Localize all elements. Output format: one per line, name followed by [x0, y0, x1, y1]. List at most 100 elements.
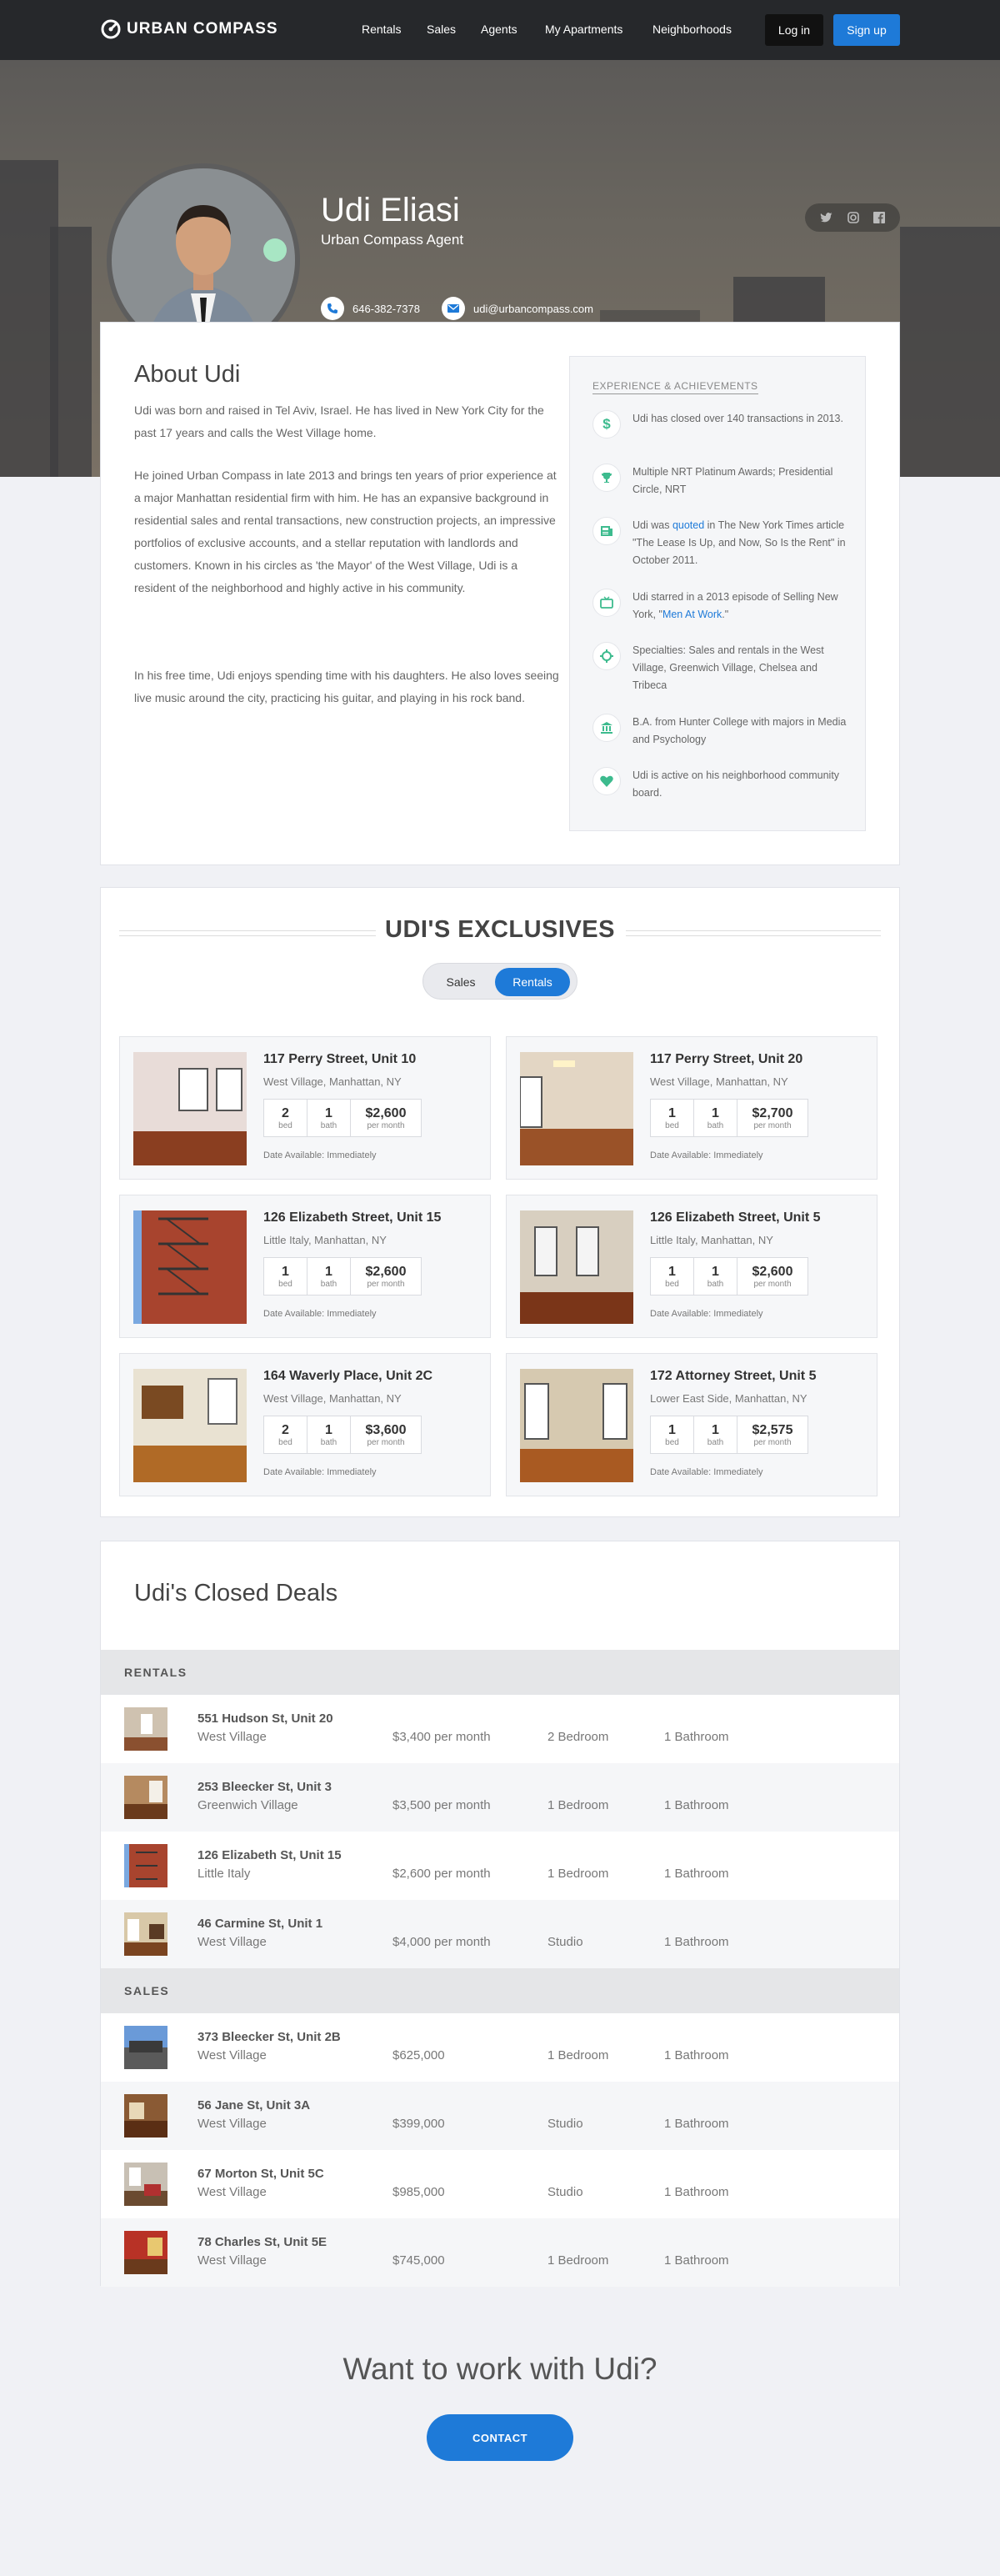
deal-bathrooms: 1 Bathroom — [664, 2253, 729, 2268]
table-row[interactable]: 78 Charles St, Unit 5E West Village $745… — [101, 2218, 899, 2287]
email-address: udi@urbancompass.com — [473, 302, 593, 315]
listing-photo — [133, 1210, 247, 1324]
table-row[interactable]: 551 Hudson St, Unit 20 West Village $3,4… — [101, 1695, 899, 1763]
table-row[interactable]: 373 Bleecker St, Unit 2B West Village $6… — [101, 2013, 899, 2082]
cta-title: Want to work with Udi? — [342, 2352, 658, 2386]
listing-card[interactable]: 164 Waverly Place, Unit 2C West Village,… — [119, 1353, 491, 1496]
deal-bedrooms: 1 Bedroom — [548, 1867, 609, 1881]
experience-item: Udi was quoted in The New York Times art… — [592, 517, 851, 569]
table-row[interactable]: 46 Carmine St, Unit 1 West Village $4,00… — [101, 1900, 899, 1968]
closed-deals-card: Udi's Closed Deals RENTALS 551 Hudson St… — [100, 1541, 900, 2287]
quoted-link[interactable]: quoted — [672, 519, 704, 531]
deal-bathrooms: 1 Bathroom — [664, 1867, 729, 1881]
bank-icon — [592, 714, 621, 742]
listing-card[interactable]: 126 Elizabeth Street, Unit 15 Little Ita… — [119, 1195, 491, 1338]
deal-neighborhood: West Village — [198, 1730, 267, 1744]
deal-neighborhood: Little Italy — [198, 1867, 251, 1881]
listing-address: 117 Perry Street, Unit 10 — [263, 1052, 417, 1066]
listing-photo — [133, 1052, 247, 1165]
listing-availability: Date Available: Immediately — [263, 1309, 377, 1319]
deal-address: 56 Jane St, Unit 3A — [198, 2098, 311, 2112]
experience-item: Udi starred in a 2013 episode of Selling… — [592, 589, 851, 624]
contact-button[interactable]: CONTACT — [427, 2414, 573, 2461]
experience-item: $ Udi has closed over 140 transactions i… — [592, 410, 851, 439]
listing-card[interactable]: 117 Perry Street, Unit 20 West Village, … — [506, 1036, 878, 1180]
listing-address: 126 Elizabeth Street, Unit 15 — [263, 1210, 442, 1225]
twitter-icon[interactable] — [820, 212, 833, 223]
deal-price: $745,000 — [392, 2253, 445, 2268]
nav-link-agents[interactable]: Agents — [481, 23, 518, 36]
deal-bathrooms: 1 Bathroom — [664, 1798, 729, 1812]
deal-bedrooms: Studio — [548, 1935, 583, 1949]
nav-link-sales[interactable]: Sales — [427, 23, 456, 36]
brand-logo[interactable]: URBAN COMPASS — [100, 18, 278, 40]
rentals-section-header: RENTALS — [101, 1650, 899, 1695]
table-row[interactable]: 56 Jane St, Unit 3A West Village $399,00… — [101, 2082, 899, 2150]
deal-neighborhood: Greenwich Village — [198, 1798, 298, 1812]
deal-bedrooms: Studio — [548, 2185, 583, 2199]
listing-stats: 1 bed 1 bath $2,575 per month — [650, 1416, 808, 1454]
top-nav: URBAN COMPASS Rentals Sales Agents My Ap… — [0, 0, 1000, 60]
nav-link-my-apartments[interactable]: My Apartments — [545, 23, 622, 36]
listing-stats: 1 bed 1 bath $2,600 per month — [650, 1257, 808, 1296]
deal-bathrooms: 1 Bathroom — [664, 1730, 729, 1744]
deal-bedrooms: Studio — [548, 2117, 583, 2131]
deal-neighborhood: West Village — [198, 2048, 267, 2062]
listing-card[interactable]: 172 Attorney Street, Unit 5 Lower East S… — [506, 1353, 878, 1496]
deal-price: $4,000 per month — [392, 1935, 491, 1949]
listing-availability: Date Available: Immediately — [650, 1309, 763, 1319]
nav-link-neighborhoods[interactable]: Neighborhoods — [652, 23, 732, 36]
deal-price: $399,000 — [392, 2117, 445, 2131]
deal-price: $985,000 — [392, 2185, 445, 2199]
newspaper-icon — [592, 517, 621, 545]
deal-neighborhood: West Village — [198, 2185, 267, 2199]
deal-photo — [124, 2094, 168, 2137]
tv-icon — [592, 589, 621, 617]
listing-card[interactable]: 117 Perry Street, Unit 10 West Village, … — [119, 1036, 491, 1180]
target-icon — [592, 642, 621, 670]
listing-address: 172 Attorney Street, Unit 5 — [650, 1369, 817, 1383]
listing-address: 117 Perry Street, Unit 20 — [650, 1052, 803, 1066]
table-row[interactable]: 126 Elizabeth St, Unit 15 Little Italy $… — [101, 1832, 899, 1900]
experience-panel: EXPERIENCE & ACHIEVEMENTS $ Udi has clos… — [569, 356, 866, 831]
listing-stats: 1 bed 1 bath $2,700 per month — [650, 1099, 808, 1137]
phone-contact[interactable]: 646-382-7378 — [321, 297, 420, 320]
deal-neighborhood: West Village — [198, 2253, 267, 2268]
listing-address: 164 Waverly Place, Unit 2C — [263, 1369, 433, 1383]
sales-rentals-toggle: Sales Rentals — [422, 963, 578, 1000]
toggle-rentals[interactable]: Rentals — [495, 968, 570, 996]
experience-title: EXPERIENCE & ACHIEVEMENTS — [592, 380, 758, 394]
listing-stats: 2 bed 1 bath $2,600 per month — [263, 1099, 422, 1137]
deal-address: 46 Carmine St, Unit 1 — [198, 1917, 323, 1931]
facebook-icon[interactable] — [872, 212, 885, 223]
listing-photo — [520, 1369, 633, 1482]
listing-availability: Date Available: Immediately — [650, 1467, 763, 1477]
instagram-icon[interactable] — [848, 212, 859, 223]
deal-bathrooms: 1 Bathroom — [664, 1935, 729, 1949]
signup-button[interactable]: Sign up — [833, 14, 900, 46]
listing-neighborhood: Little Italy, Manhattan, NY — [650, 1234, 773, 1246]
table-row[interactable]: 253 Bleecker St, Unit 3 Greenwich Villag… — [101, 1763, 899, 1832]
experience-item: Multiple NRT Platinum Awards; Presidenti… — [592, 464, 851, 499]
about-paragraph-1: Udi was born and raised in Tel Aviv, Isr… — [134, 403, 544, 439]
deal-neighborhood: West Village — [198, 1935, 267, 1949]
social-links — [805, 203, 900, 232]
table-row[interactable]: 67 Morton St, Unit 5C West Village $985,… — [101, 2150, 899, 2218]
men-at-work-link[interactable]: Men At Work — [662, 609, 722, 620]
agent-title: Urban Compass Agent — [321, 232, 464, 248]
deal-address: 126 Elizabeth St, Unit 15 — [198, 1848, 342, 1862]
listing-photo — [520, 1210, 633, 1324]
listing-photo — [133, 1369, 247, 1482]
email-contact[interactable]: udi@urbancompass.com — [442, 297, 593, 320]
closed-deals-title: Udi's Closed Deals — [134, 1580, 338, 1606]
login-button[interactable]: Log in — [765, 14, 823, 46]
toggle-sales[interactable]: Sales — [432, 969, 490, 995]
listing-availability: Date Available: Immediately — [263, 1467, 377, 1477]
phone-icon — [321, 297, 344, 320]
listing-availability: Date Available: Immediately — [263, 1150, 377, 1160]
listing-card[interactable]: 126 Elizabeth Street, Unit 5 Little Ital… — [506, 1195, 878, 1338]
listing-address: 126 Elizabeth Street, Unit 5 — [650, 1210, 821, 1225]
nav-link-rentals[interactable]: Rentals — [362, 23, 401, 36]
listing-neighborhood: Little Italy, Manhattan, NY — [263, 1234, 387, 1246]
deal-bedrooms: 1 Bedroom — [548, 2253, 609, 2268]
